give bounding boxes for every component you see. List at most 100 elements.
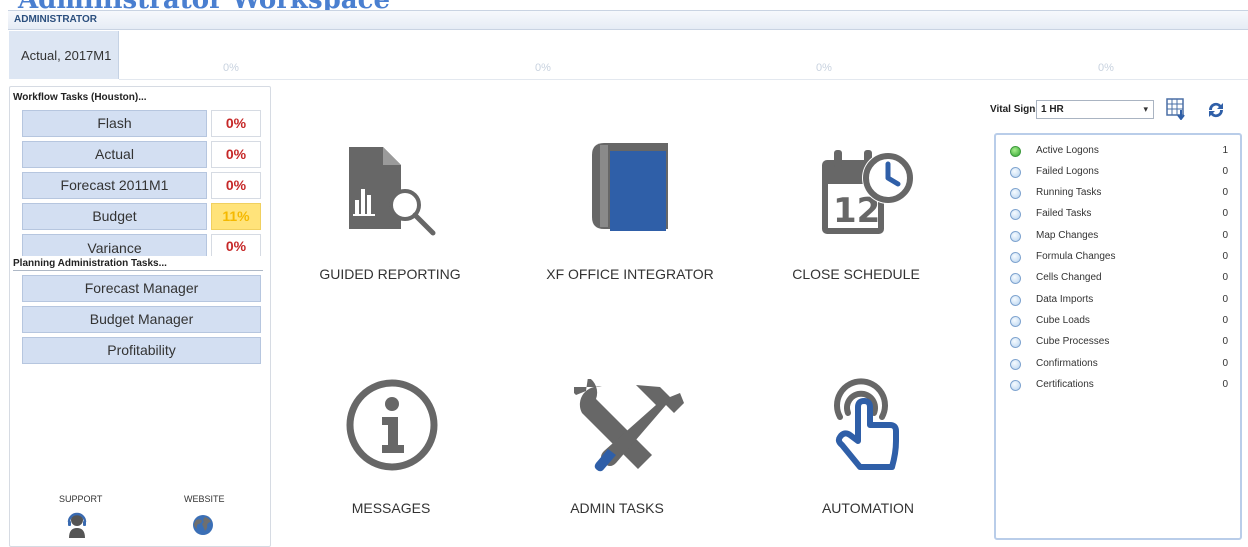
vital-sign-row: Cube Loads 0 xyxy=(1006,312,1228,332)
vital-signs-panel: Active Logons 1 Failed Logons 0 Running … xyxy=(994,133,1242,540)
workflow-button-budget[interactable]: Budget xyxy=(22,203,207,230)
vital-sign-value: 1 xyxy=(1222,145,1228,156)
vital-sign-row: Failed Tasks 0 xyxy=(1006,205,1228,225)
vital-sign-row: Cells Changed 0 xyxy=(1006,269,1228,289)
status-dot-icon xyxy=(1010,167,1021,178)
website-label: WEBSITE xyxy=(184,494,225,504)
vital-sign-value: 0 xyxy=(1222,272,1228,283)
workflow-button-actual[interactable]: Actual xyxy=(22,141,207,168)
workflow-percent: 0% xyxy=(211,172,261,199)
vital-sign-row: Data Imports 0 xyxy=(1006,291,1228,311)
planning-tasks-title: Planning Administration Tasks... xyxy=(13,258,167,269)
globe-icon[interactable] xyxy=(191,513,215,542)
workflow-button-flash[interactable]: Flash xyxy=(22,110,207,137)
touch-icon[interactable] xyxy=(820,373,910,478)
header-percent: 0% xyxy=(816,62,832,74)
close-schedule-label[interactable]: CLOSE SCHEDULE xyxy=(746,266,966,282)
workflow-percent: 0% xyxy=(211,141,261,168)
status-dot-icon xyxy=(1010,252,1021,263)
vital-sign-row: Formula Changes 0 xyxy=(1006,248,1228,268)
vital-sign-value: 0 xyxy=(1222,315,1228,326)
vital-sign-name: Confirmations xyxy=(1036,358,1098,369)
vital-sign-name: Cube Loads xyxy=(1036,315,1090,326)
period-label: Actual, 2017M1 xyxy=(21,48,112,63)
vital-sign-row: Map Changes 0 xyxy=(1006,227,1228,247)
vital-signs-selected-value: 1 HR xyxy=(1041,104,1064,115)
vital-sign-value: 0 xyxy=(1222,187,1228,198)
calendar-clock-icon[interactable]: 12 xyxy=(818,140,918,243)
workflow-button-variance[interactable]: Variance xyxy=(22,234,207,256)
chevron-down-icon: ▾ xyxy=(1143,104,1148,114)
support-icon[interactable] xyxy=(67,512,87,543)
vital-sign-value: 0 xyxy=(1222,294,1228,305)
status-dot-icon xyxy=(1010,380,1021,391)
vital-sign-row: Cube Processes 0 xyxy=(1006,333,1228,353)
book-icon[interactable] xyxy=(588,141,672,242)
vital-sign-value: 0 xyxy=(1222,379,1228,390)
vital-sign-row: Certifications 0 xyxy=(1006,376,1228,396)
forecast-manager-button[interactable]: Forecast Manager xyxy=(22,275,261,302)
header-percent: 0% xyxy=(1098,62,1114,74)
vital-sign-name: Cells Changed xyxy=(1036,272,1102,283)
period-tab[interactable]: Actual, 2017M1 xyxy=(9,31,119,79)
support-label: SUPPORT xyxy=(59,494,103,504)
workflow-row: Flash 0% xyxy=(22,110,261,137)
status-dot-icon xyxy=(1010,295,1021,306)
vital-sign-name: Failed Logons xyxy=(1036,166,1099,177)
status-dot-icon xyxy=(1010,209,1021,220)
section-header-label: ADMINISTRATOR xyxy=(14,14,97,25)
vital-sign-value: 0 xyxy=(1222,358,1228,369)
status-dot-icon xyxy=(1010,337,1021,348)
status-dot-icon xyxy=(1010,188,1021,199)
workflow-percent: 0% xyxy=(211,110,261,137)
vital-signs-period-select[interactable]: 1 HR ▾ xyxy=(1036,100,1154,119)
grid-export-icon[interactable] xyxy=(1166,98,1188,125)
workflow-percent: 0% xyxy=(211,234,261,256)
header-percent: 0% xyxy=(535,62,551,74)
vital-sign-value: 0 xyxy=(1222,336,1228,347)
vital-sign-row: Active Logons 1 xyxy=(1006,142,1228,162)
info-icon[interactable] xyxy=(344,377,440,478)
status-dot-icon xyxy=(1010,359,1021,370)
vital-sign-row: Confirmations 0 xyxy=(1006,355,1228,375)
workflow-row: Actual 0% xyxy=(22,141,261,168)
vital-sign-name: Certifications xyxy=(1036,379,1094,390)
vital-sign-name: Formula Changes xyxy=(1036,251,1116,262)
office-integrator-label[interactable]: XF OFFICE INTEGRATOR xyxy=(520,266,740,282)
status-dot-icon xyxy=(1010,316,1021,327)
admin-tasks-label[interactable]: ADMIN TASKS xyxy=(507,500,727,516)
vital-sign-name: Data Imports xyxy=(1036,294,1094,305)
budget-manager-button[interactable]: Budget Manager xyxy=(22,306,261,333)
status-dot-icon xyxy=(1010,146,1021,157)
status-dot-icon xyxy=(1010,273,1021,284)
refresh-icon[interactable] xyxy=(1205,99,1227,126)
workflow-row: Variance 0% xyxy=(22,234,261,256)
vital-sign-value: 0 xyxy=(1222,208,1228,219)
profitability-button[interactable]: Profitability xyxy=(22,337,261,364)
vital-sign-row: Running Tasks 0 xyxy=(1006,184,1228,204)
workflow-tasks-title: Workflow Tasks (Houston)... xyxy=(13,92,147,103)
status-dot-icon xyxy=(1010,231,1021,242)
workflow-percent: 11% xyxy=(211,203,261,230)
workflow-row: Forecast 2011M1 0% xyxy=(22,172,261,199)
section-header-bar: ADMINISTRATOR xyxy=(8,10,1248,30)
vital-sign-name: Running Tasks xyxy=(1036,187,1102,198)
header-percent: 0% xyxy=(223,62,239,74)
vital-sign-value: 0 xyxy=(1222,251,1228,262)
messages-label[interactable]: MESSAGES xyxy=(281,500,501,516)
tools-icon[interactable] xyxy=(568,377,684,478)
header-divider xyxy=(119,79,1248,80)
vital-sign-name: Map Changes xyxy=(1036,230,1099,241)
guided-reporting-label[interactable]: GUIDED REPORTING xyxy=(280,266,500,282)
vital-sign-row: Failed Logons 0 xyxy=(1006,163,1228,183)
vital-sign-name: Active Logons xyxy=(1036,145,1099,156)
vital-sign-name: Cube Processes xyxy=(1036,336,1110,347)
planning-divider xyxy=(13,270,263,271)
report-search-icon[interactable] xyxy=(345,145,437,242)
workflow-button-forecast[interactable]: Forecast 2011M1 xyxy=(22,172,207,199)
workflow-row: Budget 11% xyxy=(22,203,261,230)
vital-sign-value: 0 xyxy=(1222,166,1228,177)
vital-sign-name: Failed Tasks xyxy=(1036,208,1092,219)
vital-sign-value: 0 xyxy=(1222,230,1228,241)
automation-label[interactable]: AUTOMATION xyxy=(758,500,978,516)
